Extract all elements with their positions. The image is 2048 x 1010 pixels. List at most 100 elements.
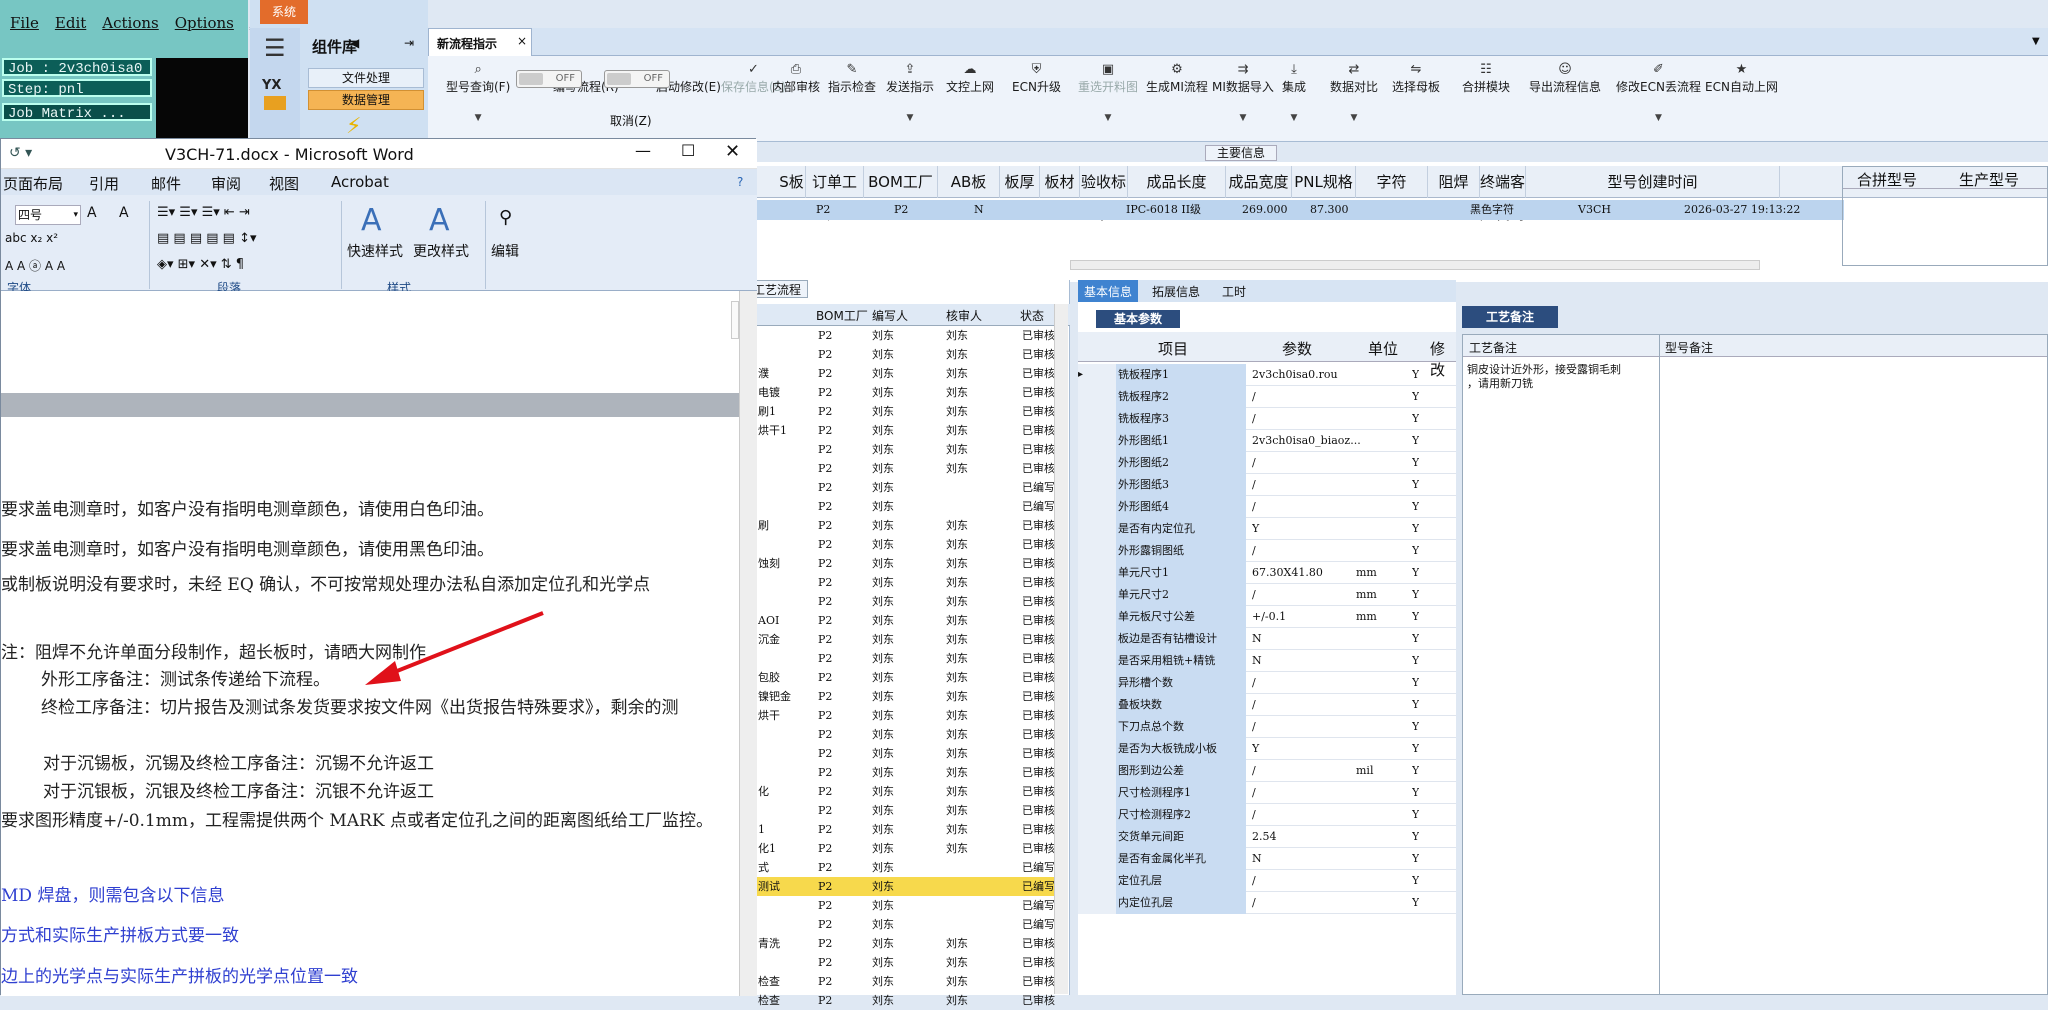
param-value[interactable]: / (1252, 474, 1364, 496)
grid-column-header[interactable]: 成品宽度 (1226, 166, 1292, 198)
toolbar-button[interactable]: ⌕ 型号查询(F) ▼ (446, 62, 510, 123)
table-row[interactable]: 检查 P2 刘东 刘东 已审核 (742, 991, 1062, 1010)
table-row[interactable]: 蚀刻 P2 刘东 刘东 已审核 (742, 554, 1062, 573)
toolbar-button[interactable]: ✎ 指示检查 (828, 62, 876, 95)
table-row[interactable]: 外形图纸1 2v3ch0isa0_biaoz... Y (1078, 430, 1456, 452)
chevron-down-icon[interactable]: ▼ (1212, 113, 1274, 123)
grid-column-header[interactable]: 字符 (1356, 166, 1428, 198)
table-row[interactable]: 交货单元间距 2.54 Y (1078, 826, 1456, 848)
table-row[interactable]: P2 刘东 刘东 已审核 (742, 649, 1062, 668)
table-row[interactable]: P2 刘东 已编写 (742, 478, 1062, 497)
align-icon[interactable]: ▤ ▤ ▤ ▤ ▤ ↕▾ (157, 231, 257, 246)
grid-column-header[interactable]: S板 (778, 166, 806, 198)
toolbar-button[interactable]: ⇄ 数据对比 ▼ (1330, 62, 1378, 123)
tab-references[interactable]: 引用 (89, 173, 119, 194)
table-row[interactable]: 检查 P2 刘东 刘东 已审核 (742, 972, 1062, 991)
tab-page-layout[interactable]: 页面布局 (3, 173, 63, 194)
param-value[interactable]: Y (1252, 518, 1364, 540)
table-row[interactable]: P2 刘东 已编写 (742, 915, 1062, 934)
toolbar-button[interactable]: ✐ 修改ECN丢流程 ▼ (1616, 62, 1701, 123)
table-row[interactable]: P2 刘东 刘东 已审核 (742, 592, 1062, 611)
table-row[interactable]: 镍钯金 P2 刘东 刘东 已审核 (742, 687, 1062, 706)
change-style-button[interactable]: 更改样式 (413, 241, 469, 261)
grid-column-header[interactable]: 阻焊 (1428, 166, 1480, 198)
table-row[interactable]: 刷 P2 刘东 刘东 已审核 (742, 516, 1062, 535)
toolbar-button[interactable]: ☷ 合拼模块 (1462, 62, 1510, 95)
table-row[interactable]: 外形图纸2 / Y (1078, 452, 1456, 474)
job-matrix-button[interactable]: Job Matrix ... (2, 103, 152, 122)
toolbar-button[interactable]: ⎙ 内部审核 (772, 62, 820, 95)
table-row[interactable]: 是否有内定位孔 Y Y (1078, 518, 1456, 540)
tab-work-hours[interactable]: 工时 (1222, 283, 1246, 300)
param-value[interactable]: / (1252, 408, 1364, 430)
grid-column-header[interactable]: 验收标准 (1080, 166, 1128, 223)
chevron-down-icon[interactable]: ▼ (886, 113, 934, 123)
flow-column-header[interactable]: 编写人 (872, 307, 908, 324)
quick-style-button[interactable]: 快速样式 (347, 241, 403, 261)
table-row[interactable]: P2 刘东 刘东 已审核 (742, 573, 1062, 592)
table-row[interactable]: 图形到边公差 / mil Y (1078, 760, 1456, 782)
cancel-button[interactable]: 取消(Z) (610, 112, 652, 129)
toolbar-button[interactable]: ⚙ 生成MI流程 (1146, 62, 1208, 95)
param-value[interactable]: / (1252, 496, 1364, 518)
dropdown-icon[interactable]: ▼ (2032, 36, 2040, 47)
table-row[interactable]: 是否有金属化半孔 N Y (1078, 848, 1456, 870)
table-row[interactable]: 是否为大板铣成小板 Y Y (1078, 738, 1456, 760)
minimize-icon[interactable]: — (635, 141, 651, 160)
tab-extended-info[interactable]: 拓展信息 (1152, 283, 1200, 300)
cam-menu-edit[interactable]: Edit (55, 14, 86, 32)
flow-column-header[interactable]: 核审人 (946, 307, 982, 324)
strike-icon[interactable]: abc x₂ x² (5, 231, 58, 245)
flow-column-header[interactable]: BOM工厂 (816, 307, 868, 324)
toolbar-button[interactable]: ★ ECN自动上网 (1705, 62, 1778, 95)
param-value[interactable]: N (1252, 848, 1364, 870)
table-row[interactable]: 铣板程序3 / Y (1078, 408, 1456, 430)
cam-menu-options[interactable]: Options (175, 14, 234, 32)
table-row[interactable]: 异形槽个数 / Y (1078, 672, 1456, 694)
start-edit-toggle[interactable]: OFF (604, 70, 670, 88)
chevron-down-icon[interactable]: ▼ (1616, 113, 1701, 123)
grid-column-header[interactable]: AB板 (938, 166, 1000, 198)
param-value[interactable]: / (1252, 782, 1364, 804)
font-case-icon[interactable]: A (119, 205, 129, 221)
table-row[interactable]: 外形图纸3 / Y (1078, 474, 1456, 496)
cam-menu-file[interactable]: File (10, 14, 39, 32)
param-value[interactable]: / (1252, 540, 1364, 562)
quick-style-icon[interactable]: A (361, 203, 382, 238)
table-row[interactable]: 青洗 P2 刘东 刘东 已审核 (742, 934, 1062, 953)
table-row[interactable]: P2 刘东 刘东 已审核 (742, 326, 1062, 345)
flow-column-header[interactable]: 状态 (1020, 307, 1044, 324)
table-row[interactable]: 电镀 P2 刘东 刘东 已审核 (742, 383, 1062, 402)
table-row[interactable]: 外形图纸4 / Y (1078, 496, 1456, 518)
grow-font-icon[interactable]: A (87, 205, 97, 221)
param-value[interactable]: Y (1252, 738, 1364, 760)
close-icon[interactable]: × (517, 34, 527, 48)
table-row[interactable]: 单元板尺寸公差 +/-0.1 mm Y (1078, 606, 1456, 628)
table-row[interactable]: 叠板块数 / Y (1078, 694, 1456, 716)
table-row[interactable]: P2 P2 N IPC-6018 II级 269.000 87.300 黑色字符 V3CH 20… (750, 200, 1844, 220)
table-row[interactable]: 尺寸检测程序2 / Y (1078, 804, 1456, 826)
table-row[interactable]: 濮 P2 刘东 刘东 已审核 (742, 364, 1062, 383)
table-row[interactable]: 烘干1 P2 刘东 刘东 已审核 (742, 421, 1062, 440)
grid-column-header[interactable]: 终端客户代码 (1480, 166, 1526, 223)
grid-column-header[interactable]: 成品长度 (1128, 166, 1226, 198)
table-row[interactable]: ▸ 铣板程序1 2v3ch0isa0.rou Y (1078, 364, 1456, 386)
maximize-icon[interactable]: ☐ (681, 141, 695, 160)
vertical-scrollbar[interactable] (739, 291, 757, 996)
tab-craft-notes[interactable]: 工艺备注 (1462, 306, 1558, 328)
table-row[interactable]: 式 P2 刘东 已编写 (742, 858, 1062, 877)
table-row[interactable]: 尺寸检测程序1 / Y (1078, 782, 1456, 804)
param-value[interactable]: N (1252, 650, 1364, 672)
table-row[interactable]: 包胶 P2 刘东 刘东 已审核 (742, 668, 1062, 687)
param-value[interactable]: / (1252, 386, 1364, 408)
param-value[interactable]: / (1252, 804, 1364, 826)
tab-new-flow[interactable]: 新流程指示 × (428, 28, 532, 56)
chevron-down-icon[interactable]: ▼ (1330, 113, 1378, 123)
help-icon[interactable]: ? (737, 175, 743, 189)
table-row[interactable]: 沉金 P2 刘东 刘东 已审核 (742, 630, 1062, 649)
table-row[interactable]: 是否采用粗铣+精铣 N Y (1078, 650, 1456, 672)
change-style-icon[interactable]: A (429, 203, 450, 238)
table-row[interactable]: 下刀点总个数 / Y (1078, 716, 1456, 738)
tab-basic-params[interactable]: 基本参数 (1096, 310, 1180, 328)
table-row[interactable]: P2 刘东 已编写 (742, 497, 1062, 516)
